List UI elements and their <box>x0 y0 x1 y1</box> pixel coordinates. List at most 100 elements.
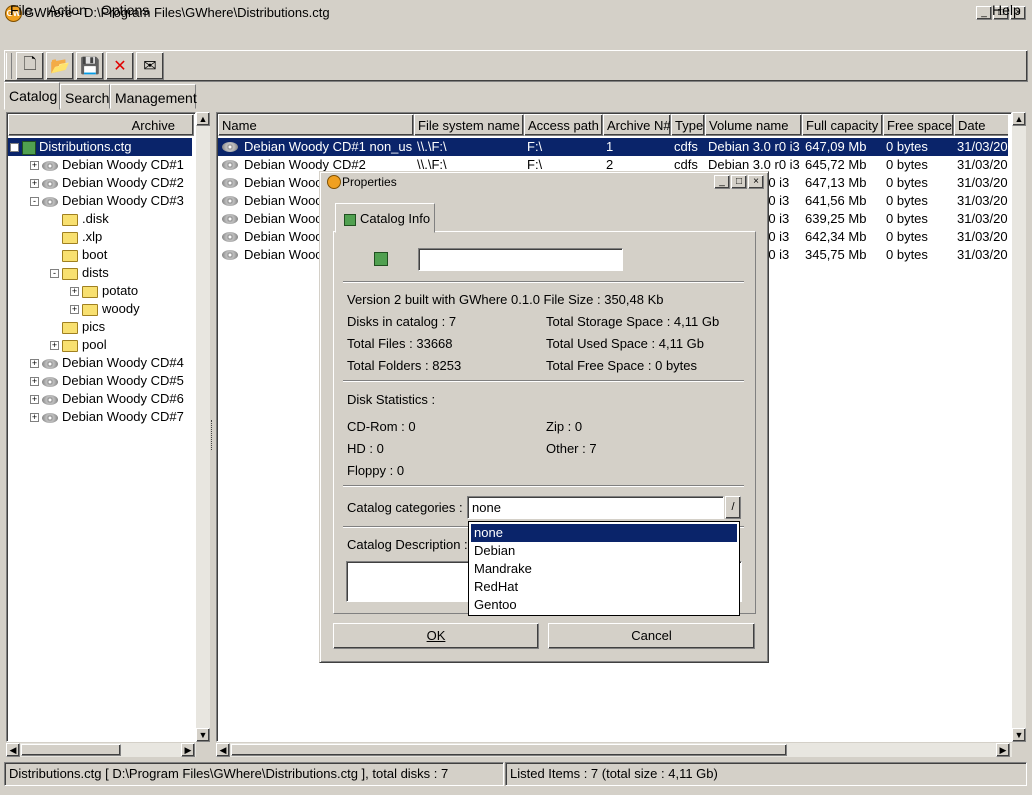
tab-catalog[interactable]: Catalog <box>4 82 60 110</box>
catalog-root-icon <box>374 252 388 266</box>
stat-other: Other : 7 <box>546 441 597 456</box>
menu-file[interactable]: File <box>8 2 35 18</box>
menu-action[interactable]: Action <box>46 2 89 18</box>
tree-item[interactable]: + Debian Woody CD#1 <box>8 156 192 174</box>
open-icon[interactable]: 📂 <box>46 52 74 80</box>
cd-icon <box>42 178 58 189</box>
tree-item[interactable]: pics <box>8 318 192 336</box>
stat-files: Total Files : 33668 <box>347 336 453 351</box>
disk-stats-heading: Disk Statistics : <box>347 392 436 407</box>
tree-item[interactable]: + Debian Woody CD#4 <box>8 354 192 372</box>
folder-icon <box>62 321 78 334</box>
status-listed-items: Listed Items : 7 (total size : 4,11 Gb) <box>505 762 1027 786</box>
mail-icon[interactable]: ✉ <box>136 52 164 80</box>
tree-item[interactable]: + Debian Woody CD#6 <box>8 390 192 408</box>
table-cell: cdfs <box>674 139 698 154</box>
menu-options[interactable]: Options <box>99 2 151 18</box>
ok-button-label: OK <box>426 628 446 643</box>
menu-help[interactable]: Help <box>990 2 1023 18</box>
dialog-close-button[interactable]: × <box>748 175 764 189</box>
list-vertical-scrollbar[interactable] <box>1012 112 1026 742</box>
category-option[interactable]: Mandrake <box>471 560 737 578</box>
scroll-right-arrow-icon[interactable]: ▶ <box>181 743 195 757</box>
expand-icon[interactable]: + <box>30 161 39 171</box>
tree-item[interactable]: + pool <box>8 336 192 354</box>
tree-item[interactable]: + Debian Woody CD#7 <box>8 408 192 426</box>
tree-item[interactable]: .disk <box>8 210 192 228</box>
tab-catalog-info[interactable]: Catalog Info <box>335 203 435 233</box>
panel-splitter[interactable] <box>211 420 214 450</box>
expand-icon[interactable]: + <box>30 395 39 405</box>
tree-item[interactable]: .xlp <box>8 228 192 246</box>
column-header[interactable]: Access path <box>524 114 603 136</box>
separator <box>343 380 744 382</box>
table-cell: 1 <box>606 139 614 154</box>
column-header[interactable]: Free space <box>883 114 954 136</box>
categories-dropdown-list[interactable]: none Debian Mandrake RedHat Gentoo <box>468 521 740 616</box>
column-header[interactable]: Volume name <box>705 114 802 136</box>
stat-disks: Disks in catalog : 7 <box>347 314 457 329</box>
tree-item[interactable]: boot <box>8 246 192 264</box>
ok-button[interactable]: OK <box>333 623 539 649</box>
tree-item[interactable]: - Debian Woody CD#3 <box>8 192 192 210</box>
scroll-up-arrow-icon[interactable]: ▲ <box>1012 112 1026 126</box>
table-row[interactable]: Debian Woody CD#1 non_us \\.\F:\ F:\ 1 cdfs D… <box>218 138 1008 156</box>
expand-icon[interactable]: + <box>30 359 39 369</box>
category-option[interactable]: none <box>471 524 737 542</box>
tree-hscroll-thumb[interactable] <box>21 744 121 756</box>
scroll-down-arrow-icon[interactable]: ▼ <box>1012 728 1026 742</box>
tree-item[interactable]: + potato <box>8 282 192 300</box>
scroll-down-arrow-icon[interactable]: ▼ <box>196 728 210 742</box>
category-option[interactable]: Debian <box>471 542 737 560</box>
catalog-icon <box>344 213 356 226</box>
tab-management[interactable]: Management <box>110 84 197 109</box>
tree-item[interactable]: + Debian Woody CD#5 <box>8 372 192 390</box>
dialog-minimize-button[interactable]: _ <box>714 175 730 189</box>
list-hscroll-thumb[interactable] <box>231 744 787 756</box>
column-header[interactable]: File system name <box>414 114 524 136</box>
dialog-maximize-button[interactable]: □ <box>731 175 747 189</box>
scroll-left-arrow-icon[interactable]: ◀ <box>216 743 230 757</box>
expand-icon[interactable]: + <box>30 179 39 189</box>
column-header[interactable]: Date <box>954 114 1008 136</box>
collapse-icon[interactable]: - <box>10 143 19 153</box>
save-icon[interactable]: 💾 <box>76 52 104 80</box>
new-icon[interactable]: 🗋 <box>16 52 44 80</box>
tree-item[interactable]: + Debian Woody CD#2 <box>8 174 192 192</box>
collapse-icon[interactable]: - <box>30 197 39 207</box>
tree-header-archive[interactable]: Archive <box>8 114 194 136</box>
tree-vertical-scrollbar[interactable] <box>196 112 210 742</box>
tree-item[interactable]: - dists <box>8 264 192 282</box>
combo-dropdown-icon[interactable]: / <box>725 496 741 519</box>
expand-icon[interactable]: + <box>50 341 59 351</box>
scroll-right-arrow-icon[interactable]: ▶ <box>996 743 1010 757</box>
column-header[interactable]: Archive N# <box>603 114 671 136</box>
cancel-button[interactable]: Cancel <box>548 623 755 649</box>
catalog-name-input[interactable] <box>418 248 623 271</box>
expand-icon[interactable]: + <box>30 413 39 423</box>
expand-icon[interactable]: + <box>30 377 39 387</box>
scroll-up-arrow-icon[interactable]: ▲ <box>196 112 210 126</box>
scroll-left-arrow-icon[interactable]: ◀ <box>6 743 20 757</box>
expand-icon[interactable]: + <box>70 287 79 297</box>
cd-icon <box>222 214 238 224</box>
column-header[interactable]: Name <box>218 114 414 136</box>
category-option[interactable]: Gentoo <box>471 596 737 614</box>
cd-icon <box>42 412 58 423</box>
tree-item-label: potato <box>102 283 139 298</box>
column-header[interactable]: Type <box>671 114 705 136</box>
category-option[interactable]: RedHat <box>471 578 737 596</box>
toolbar-grip[interactable] <box>6 53 12 79</box>
expand-icon[interactable]: + <box>70 305 79 315</box>
tab-catalog-info-label: Catalog Info <box>360 211 431 226</box>
table-cell: 31/03/20 <box>957 139 1008 154</box>
tab-search[interactable]: Search <box>60 84 110 109</box>
catalog-categories-combo[interactable]: none <box>467 496 724 519</box>
tree-item-label: Debian Woody CD#3 <box>62 193 184 208</box>
tree-item[interactable]: + woody <box>8 300 192 318</box>
cd-icon <box>42 160 58 171</box>
close-icon[interactable]: ✕ <box>106 52 134 80</box>
collapse-icon[interactable]: - <box>50 269 59 279</box>
column-header[interactable]: Full capacity <box>802 114 883 136</box>
tree-row-root[interactable]: - Distributions.ctg <box>8 138 192 156</box>
